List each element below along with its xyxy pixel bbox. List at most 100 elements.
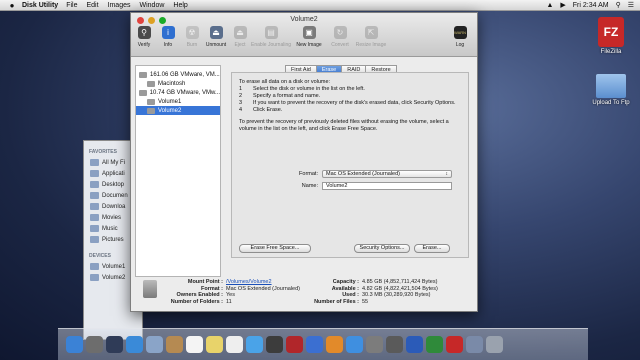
- menu-clock[interactable]: Fri 2:34 AM: [573, 2, 609, 9]
- toolbar-enable-journaling-button: ▤ Enable Journaling: [250, 26, 292, 56]
- contacts-icon[interactable]: [166, 336, 183, 353]
- finder-item-label: Movies: [102, 214, 122, 221]
- chevron-updown-icon: ↕: [445, 171, 449, 177]
- burn-icon: ☢: [185, 26, 199, 39]
- filezilla-icon: FZ: [598, 17, 624, 47]
- folder-icon: [90, 170, 99, 177]
- drive-icon: [90, 263, 99, 270]
- erase-step: 3 If you want to prevent the recovery of …: [239, 100, 461, 107]
- erase-steps: 1 Select the disk or volume in the list o…: [239, 86, 461, 114]
- reminders-icon[interactable]: [226, 336, 243, 353]
- menu-edit[interactable]: Edit: [86, 2, 98, 9]
- menu-bar: ● Disk Utility File Edit Images Window H…: [0, 0, 640, 11]
- volume-item[interactable]: Volume2: [136, 106, 220, 115]
- system-preferences-icon[interactable]: [366, 336, 383, 353]
- calendar-icon[interactable]: [186, 336, 203, 353]
- finder-item-label: Downloa: [102, 203, 126, 210]
- desktop-icon-upload-to-ftp[interactable]: Upload To Ftp: [576, 74, 640, 106]
- toolbar-label: Convert: [331, 42, 349, 48]
- toolbar-label: New Image: [296, 42, 322, 48]
- facetime-icon[interactable]: [266, 336, 283, 353]
- mission-control-icon[interactable]: [106, 336, 123, 353]
- itunes-icon[interactable]: [306, 336, 323, 353]
- ibooks-icon[interactable]: [326, 336, 343, 353]
- menu-extras: ▲ ▶ Fri 2:34 AM ⚲ ☰: [546, 1, 634, 10]
- step-number: 2: [239, 93, 243, 99]
- toolbar-new-image-button[interactable]: ▣ New Image: [291, 26, 327, 56]
- wifi-icon[interactable]: ▲: [546, 2, 553, 9]
- desktop-icon-filezilla[interactable]: FZ FileZilla: [576, 17, 640, 55]
- downloads-icon[interactable]: [466, 336, 483, 353]
- finder-item-label: Documen: [102, 192, 128, 199]
- mail-icon[interactable]: [146, 336, 163, 353]
- unmount-icon: ⏏: [209, 26, 223, 39]
- info-right-column: Capacity :4.85 GB (4,852,711,424 Bytes) A…: [309, 279, 438, 305]
- drive-icon: [139, 71, 147, 78]
- toolbar-label: Enable Journaling: [250, 42, 292, 48]
- format-popup[interactable]: Mac OS Extended (Journaled) ↕: [322, 170, 452, 178]
- info-row: Number of Folders :11: [161, 299, 300, 306]
- toolbar: ⚲ Verify i Info ☢ Burn ⏏ Unmount ⏏ Eject ▤ Enable J…: [133, 26, 475, 56]
- messages-icon[interactable]: [246, 336, 263, 353]
- folder-icon: [90, 159, 99, 166]
- erase-free-space-button[interactable]: Erase Free Space...: [239, 244, 311, 253]
- desktop-icon-label: Upload To Ftp: [592, 100, 630, 106]
- volume-icon[interactable]: ▶: [560, 1, 565, 9]
- disk-item-label: Macintosh: [158, 80, 186, 87]
- log-button[interactable]: WARN Log: [449, 26, 471, 48]
- app-store-icon[interactable]: [346, 336, 363, 353]
- name-field[interactable]: Volume2: [322, 182, 452, 190]
- menu-window[interactable]: Window: [140, 2, 165, 9]
- disk-item[interactable]: 10.74 GB VMware, VMw...: [136, 88, 220, 97]
- toolbar-resize-image-button: ⇱ Resize Image: [353, 26, 389, 56]
- toolbar-verify-button[interactable]: ⚲ Verify: [133, 26, 155, 56]
- toolbar-unmount-button[interactable]: ⏏ Unmount: [205, 26, 227, 56]
- menu-images[interactable]: Images: [108, 2, 131, 9]
- notification-center-icon[interactable]: ☰: [628, 1, 634, 9]
- drive-icon: [139, 89, 147, 96]
- new-image-icon: ▣: [302, 26, 316, 39]
- photo-booth-icon[interactable]: [286, 336, 303, 353]
- security-options-button[interactable]: Security Options...: [354, 244, 410, 253]
- erase-button[interactable]: Erase...: [414, 244, 450, 253]
- toolbar-eject-button: ⏏ Eject: [229, 26, 251, 56]
- trash-icon[interactable]: [486, 336, 503, 353]
- menu-app-name[interactable]: Disk Utility: [22, 2, 58, 9]
- folder-icon: [596, 74, 626, 98]
- info-icon: i: [161, 26, 175, 39]
- volume-item[interactable]: Macintosh: [136, 79, 220, 88]
- launchpad-icon[interactable]: [86, 336, 103, 353]
- excel-icon[interactable]: [426, 336, 443, 353]
- vmware-icon[interactable]: [386, 336, 403, 353]
- disk-item-label: 161.06 GB VMware, VM...: [150, 71, 220, 78]
- toolbar-burn-button: ☢ Burn: [181, 26, 203, 56]
- toolbar-info-button[interactable]: i Info: [157, 26, 179, 56]
- safari-icon[interactable]: [126, 336, 143, 353]
- filezilla-icon[interactable]: [446, 336, 463, 353]
- step-number: 1: [239, 86, 243, 92]
- menu-file[interactable]: File: [66, 2, 77, 9]
- info-key: Number of Files :: [314, 298, 359, 305]
- log-icon: WARN: [453, 26, 467, 39]
- window-title: Volume2: [290, 16, 318, 23]
- journal-icon: ▤: [264, 26, 278, 39]
- toolbar-label: Resize Image: [355, 42, 387, 48]
- finder-icon[interactable]: [66, 336, 83, 353]
- erase-step: 2 Specify a format and name.: [239, 93, 461, 100]
- erase-step: 1 Select the disk or volume in the list o…: [239, 86, 461, 93]
- word-icon[interactable]: [406, 336, 423, 353]
- finder-item-label: Pictures: [102, 236, 124, 243]
- step-text: Specify a format and name.: [253, 93, 321, 99]
- drive-icon: [90, 274, 99, 281]
- menu-help[interactable]: Help: [173, 2, 187, 9]
- folder-icon: [90, 236, 99, 243]
- disk-item[interactable]: 161.06 GB VMware, VM...: [136, 70, 220, 79]
- spotlight-icon[interactable]: ⚲: [616, 1, 621, 9]
- apple-menu-icon[interactable]: ●: [6, 1, 18, 10]
- volume-item[interactable]: Volume1: [136, 97, 220, 106]
- info-value: Mac OS Extended (Journaled): [226, 285, 300, 292]
- finder-item-label: Music: [102, 225, 118, 232]
- folder-icon: [90, 192, 99, 199]
- disk-utility-window: Volume2 ⚲ Verify i Info ☢ Burn ⏏ Unmount ⏏ Eject ▤…: [130, 12, 478, 312]
- notes-icon[interactable]: [206, 336, 223, 353]
